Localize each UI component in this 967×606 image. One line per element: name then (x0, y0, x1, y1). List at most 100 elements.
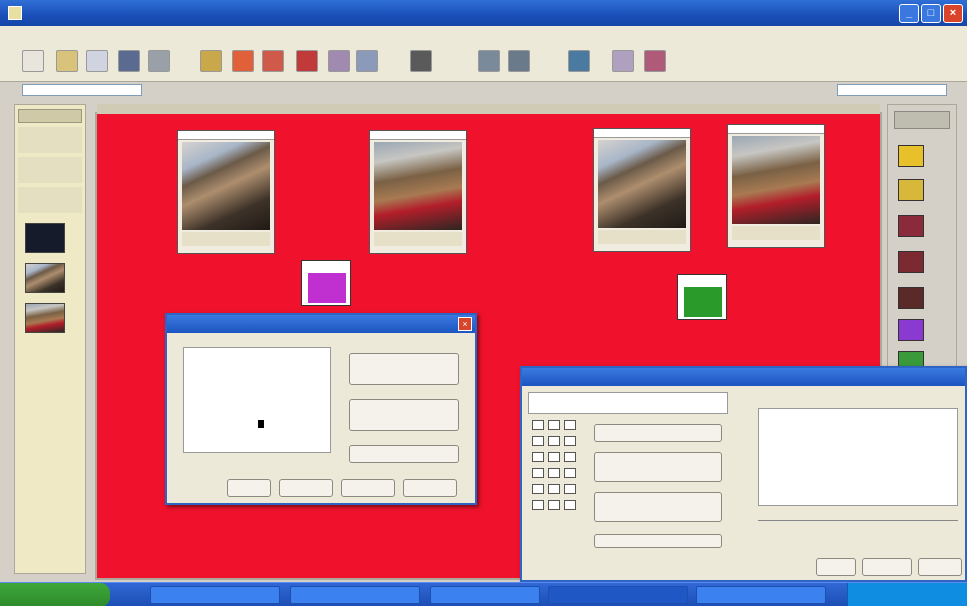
module-button[interactable] (898, 251, 924, 273)
save-icon[interactable] (86, 50, 108, 72)
grid-cell[interactable] (532, 452, 544, 462)
grid-cell[interactable] (564, 500, 576, 510)
maximize-button[interactable]: □ (921, 4, 941, 23)
taskbar-item[interactable] (290, 586, 420, 604)
thumbnail-landscape[interactable] (25, 303, 65, 333)
chart-title (740, 390, 964, 404)
ok-button[interactable] (227, 479, 271, 497)
chart-plot-area[interactable] (758, 408, 958, 506)
new-icon[interactable] (22, 50, 44, 72)
grid-cell[interactable] (548, 420, 560, 430)
toolbar (0, 44, 967, 82)
zoom-select[interactable] (837, 84, 947, 96)
chart-icon[interactable] (568, 50, 590, 72)
grid-cell[interactable] (564, 436, 576, 446)
close-button[interactable]: × (943, 4, 963, 23)
node-caption (374, 232, 462, 246)
desktop: _ □ × × (0, 0, 967, 606)
taskbar-item[interactable] (430, 586, 540, 604)
image-node[interactable] (593, 128, 691, 252)
image-node[interactable] (369, 130, 467, 254)
grid-cell[interactable] (548, 484, 560, 494)
node-image (598, 140, 686, 228)
ok-button[interactable] (816, 558, 856, 576)
cancel-button[interactable] (862, 558, 912, 576)
redo-icon[interactable] (356, 50, 378, 72)
module-button[interactable] (898, 287, 924, 309)
run-icon[interactable] (410, 50, 432, 72)
open-icon[interactable] (56, 50, 78, 72)
analysis-option-button[interactable] (594, 534, 722, 548)
image-node[interactable] (727, 124, 825, 248)
taskbar-item[interactable] (696, 586, 826, 604)
dialog-option-button[interactable] (349, 445, 459, 463)
node-caption (598, 230, 686, 244)
start-button[interactable] (0, 583, 110, 606)
node-image (182, 142, 270, 230)
node-caption (732, 226, 820, 240)
export-icon[interactable] (148, 50, 170, 72)
node-header (178, 131, 274, 140)
taskbar-item[interactable] (150, 586, 280, 604)
analysis-option-button[interactable] (594, 452, 722, 482)
grid-cell[interactable] (532, 468, 544, 478)
module-button[interactable] (898, 215, 924, 237)
app-icon (8, 6, 22, 20)
filter-node-green[interactable] (677, 274, 727, 320)
minimize-button[interactable]: _ (899, 4, 919, 23)
node-header (594, 129, 690, 138)
cancel-button[interactable] (279, 479, 333, 497)
dialog-close-button[interactable]: × (458, 317, 472, 331)
connect-icon[interactable] (478, 50, 500, 72)
image-node[interactable] (177, 130, 275, 254)
node-image (732, 136, 820, 224)
apply-button[interactable] (341, 479, 395, 497)
plot-marker[interactable] (258, 420, 264, 428)
left-panel-tab[interactable] (18, 109, 82, 123)
grid-cell[interactable] (532, 484, 544, 494)
grid-cell[interactable] (548, 500, 560, 510)
filter-node-purple[interactable] (301, 260, 351, 306)
analysis-option-button[interactable] (594, 424, 722, 442)
cut-icon[interactable] (200, 50, 222, 72)
info-icon[interactable] (644, 50, 666, 72)
paste-icon[interactable] (262, 50, 284, 72)
address-bar (0, 82, 967, 98)
grid-cell[interactable] (548, 452, 560, 462)
grid-cell[interactable] (548, 436, 560, 446)
grid-cell[interactable] (532, 436, 544, 446)
grid-cell[interactable] (548, 468, 560, 478)
workspace-select[interactable] (22, 84, 142, 96)
right-panel-tab[interactable] (894, 111, 950, 129)
histogram-plot[interactable] (183, 347, 331, 453)
thumbnail-landscape[interactable] (25, 263, 65, 293)
dialog-title (167, 315, 475, 333)
taskbar-item-active[interactable] (548, 586, 688, 604)
help-button[interactable] (403, 479, 457, 497)
grid-cell[interactable] (532, 500, 544, 510)
dialog-option-button[interactable] (349, 353, 459, 385)
copy-icon[interactable] (232, 50, 254, 72)
taskbar (0, 582, 967, 606)
grid-cell[interactable] (564, 420, 576, 430)
help-button[interactable] (918, 558, 962, 576)
undo-icon[interactable] (328, 50, 350, 72)
print-icon[interactable] (118, 50, 140, 72)
chart-axis (758, 520, 958, 521)
thumbnail-dark[interactable] (25, 223, 65, 253)
node-header (728, 125, 824, 134)
module-button[interactable] (898, 179, 924, 201)
grid-cell[interactable] (532, 420, 544, 430)
delete-icon[interactable] (296, 50, 318, 72)
dialog-option-button[interactable] (349, 399, 459, 431)
link-icon[interactable] (508, 50, 530, 72)
grid-cell[interactable] (564, 468, 576, 478)
settings-icon[interactable] (612, 50, 634, 72)
module-button[interactable] (898, 319, 924, 341)
grid-cell[interactable] (564, 484, 576, 494)
module-button[interactable] (898, 145, 924, 167)
window-controls: _ □ × (899, 4, 963, 23)
node-caption (182, 232, 270, 246)
grid-cell[interactable] (564, 452, 576, 462)
analysis-option-button[interactable] (594, 492, 722, 522)
